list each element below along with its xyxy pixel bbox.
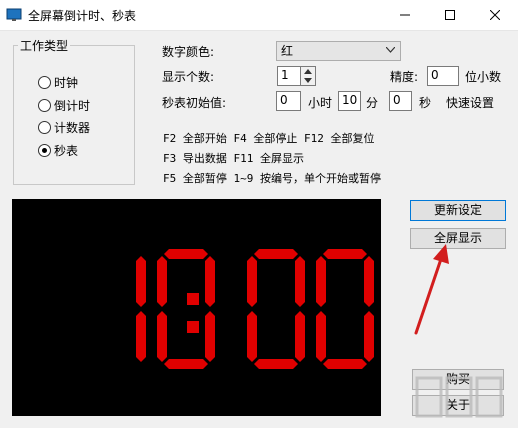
maximize-button[interactable] [427,0,473,30]
watermark-logo [415,376,503,418]
digit-2-segment-b [295,256,305,307]
radio-counter-circle [38,120,51,134]
precision-unit: 位小数 [465,70,502,84]
radio-clock-circle [38,75,51,89]
hint-line-2: F3 导出数据 F11 全屏显示 [163,152,304,165]
initial-value-label: 秒表初始值: [162,96,227,110]
precision-input[interactable]: 0 [427,66,459,86]
close-icon [490,10,500,20]
digit-3-segment-f [316,256,326,307]
digit-3-segment-c [364,311,374,362]
digit-1-segment-a [164,249,208,259]
precision-label: 精度: [390,70,419,84]
digit-2-segment-d [254,359,298,369]
digit-count-spinner[interactable] [300,66,316,86]
hours-unit: 小时 [308,96,333,110]
spin-down-button[interactable] [301,76,315,85]
radio-countdown-label: 倒计时 [54,98,91,113]
update-settings-button[interactable]: 更新设定 [410,200,506,221]
digit-count-label: 显示个数: [162,70,215,84]
minimize-icon [400,14,410,16]
digit-3-segment-b [364,256,374,307]
chevron-down-icon [386,47,395,53]
seconds-input[interactable]: 0 [389,91,412,111]
spin-down-icon [304,78,312,83]
window-title: 全屏幕倒计时、秒表 [28,9,137,23]
digit-0-segment-c [136,311,146,362]
colon-dot-0 [187,293,199,305]
radio-stopwatch-label: 秒表 [54,143,79,158]
maximize-icon [445,10,455,20]
radio-counter[interactable]: 计数器 [38,118,90,136]
radio-counter-label: 计数器 [54,120,91,135]
radio-clock[interactable]: 时钟 [38,73,78,91]
digit-3-segment-a [323,249,367,259]
hours-input[interactable]: 0 [276,91,301,111]
digit-3-segment-e [316,311,326,362]
digit-count-input[interactable]: 1 [277,66,301,86]
digit-1-segment-b [205,256,215,307]
digit-color-label: 数字颜色: [162,45,215,59]
digit-2-segment-c [295,311,305,362]
digit-2-segment-a [254,249,298,259]
digit-1-segment-f [157,256,167,307]
work-type-label: 工作类型 [18,37,71,54]
digit-3-segment-d [323,359,367,369]
work-type-group [13,45,135,185]
digit-1-segment-c [205,311,215,362]
radio-stopwatch-circle [38,143,51,157]
radio-countdown[interactable]: 倒计时 [38,96,90,114]
spin-up-button[interactable] [301,67,315,76]
title-bar: 全屏幕倒计时、秒表 [0,0,518,31]
digit-1-segment-d [164,359,208,369]
digit-color-select[interactable]: 红 [276,41,401,61]
colon-dot-1 [187,321,199,333]
digit-2-segment-f [247,256,257,307]
hint-line-3: F5 全部暂停 1~9 按编号，单个开始或暂停 [163,172,381,185]
spin-up-icon [304,69,312,74]
minimize-button[interactable] [382,0,428,30]
close-button[interactable] [472,0,518,30]
monitor-icon [6,8,22,21]
radio-clock-label: 时钟 [54,75,79,90]
digit-0-segment-b [136,256,146,307]
seven-segment-display [136,249,374,369]
digit-2-segment-e [247,311,257,362]
quick-setup-link[interactable]: 快速设置 [446,94,494,111]
minutes-unit: 分 [366,96,379,110]
seconds-unit: 秒 [419,96,432,110]
radio-stopwatch[interactable]: 秒表 [38,141,78,159]
minutes-input[interactable]: 10 [338,91,361,111]
digit-color-value: 红 [281,44,294,58]
timer-display [12,199,381,416]
digit-1-segment-e [157,311,167,362]
radio-countdown-circle [38,98,51,112]
fullscreen-button[interactable]: 全屏显示 [410,228,506,249]
hint-line-1: F2 全部开始 F4 全部停止 F12 全部复位 [163,132,375,145]
